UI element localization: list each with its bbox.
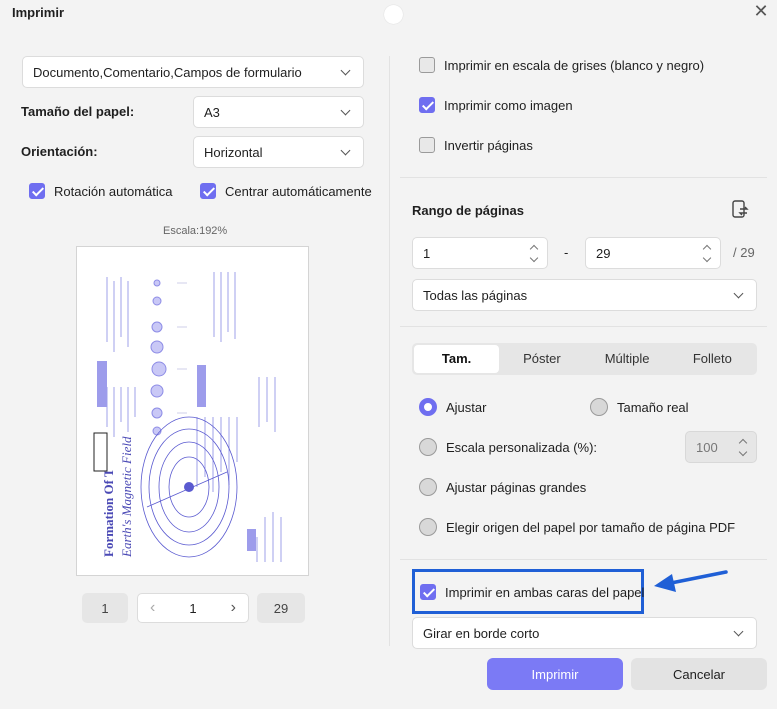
choose-source-label: Elegir origen del papel por tamaño de pá… — [446, 519, 736, 535]
section-divider — [400, 177, 767, 178]
spinner-icon[interactable] — [738, 438, 748, 456]
print-mode-tabs: Tam. Póster Múltiple Folleto — [412, 343, 757, 375]
grayscale-option[interactable]: Imprimir en escala de grises (blanco y n… — [419, 57, 704, 73]
content-select-value: Documento,Comentario,Campos de formulari… — [33, 64, 302, 80]
fit-radio[interactable] — [419, 398, 437, 416]
chevron-down-icon — [340, 105, 351, 115]
range-total: / 29 — [733, 245, 755, 260]
orientation-select[interactable]: Horizontal — [193, 136, 364, 168]
tab-booklet[interactable]: Folleto — [670, 345, 755, 373]
arrow-annotation-icon — [652, 568, 728, 594]
pager-control: ‹ 1 › — [137, 593, 249, 623]
actual-size-option[interactable]: Tamaño real — [590, 398, 689, 416]
chevron-down-icon — [733, 626, 744, 636]
range-to-input[interactable]: 29 — [585, 237, 721, 269]
paper-size-label: Tamaño del papel: — [21, 104, 135, 119]
range-from-value: 1 — [423, 245, 431, 261]
auto-center-label: Centrar automáticamente — [225, 183, 372, 199]
window-indicator-dot — [384, 5, 403, 24]
scale-text: Escala:192% — [163, 225, 228, 237]
close-icon[interactable]: ✕ — [750, 0, 772, 22]
pager-last[interactable]: 29 — [257, 593, 305, 623]
custom-scale-option[interactable]: Escala personalizada (%): — [419, 438, 597, 456]
tab-size[interactable]: Tam. — [414, 345, 500, 373]
swap-pages-icon[interactable] — [730, 199, 750, 221]
preview-page-image: Formation Of T Earth's Magnetic Field — [93, 272, 282, 562]
fit-option[interactable]: Ajustar — [419, 398, 486, 416]
section-divider — [400, 559, 767, 560]
auto-rotate-label: Rotación automática — [54, 183, 173, 199]
paper-size-value: A3 — [204, 104, 220, 120]
preview-title-line1: Formation Of T — [101, 468, 116, 557]
fit-large-option[interactable]: Ajustar páginas grandes — [419, 478, 586, 496]
orientation-value: Horizontal — [204, 144, 263, 160]
range-dash: - — [564, 245, 569, 260]
auto-center-checkbox[interactable] — [200, 183, 216, 199]
auto-rotate-option[interactable]: Rotación automática — [29, 183, 173, 199]
choose-source-radio[interactable] — [419, 518, 437, 536]
grayscale-checkbox[interactable] — [419, 57, 435, 73]
duplex-option[interactable]: Imprimir en ambas caras del papel — [420, 584, 644, 600]
range-to-value: 29 — [596, 245, 611, 261]
paper-size-select[interactable]: A3 — [193, 96, 364, 128]
dialog-title: Imprimir — [12, 5, 65, 20]
chevron-right-icon[interactable]: › — [231, 599, 236, 617]
invert-checkbox[interactable] — [419, 137, 435, 153]
section-divider — [400, 326, 767, 327]
actual-size-radio[interactable] — [590, 398, 608, 416]
fit-label: Ajustar — [446, 399, 487, 415]
grayscale-label: Imprimir en escala de grises (blanco y n… — [444, 57, 705, 73]
spinner-icon[interactable] — [702, 244, 712, 262]
fit-large-radio[interactable] — [419, 478, 437, 496]
preview-title-line2: Earth's Magnetic Field — [119, 436, 134, 558]
print-preview: Formation Of T Earth's Magnetic Field — [76, 246, 309, 576]
custom-scale-label: Escala personalizada (%): — [446, 439, 598, 455]
flip-select[interactable]: Girar en borde corto — [412, 617, 757, 649]
range-from-input[interactable]: 1 — [412, 237, 548, 269]
as-image-checkbox[interactable] — [419, 97, 435, 113]
pager-current[interactable]: 1 — [189, 601, 196, 616]
column-divider — [389, 56, 390, 646]
cancel-button[interactable]: Cancelar — [631, 658, 767, 690]
chevron-down-icon — [733, 288, 744, 298]
custom-scale-input[interactable]: 100 — [685, 431, 757, 463]
pager-first[interactable]: 1 — [82, 593, 128, 623]
choose-source-option[interactable]: Elegir origen del papel por tamaño de pá… — [419, 518, 735, 536]
tab-multiple[interactable]: Múltiple — [585, 345, 670, 373]
print-button[interactable]: Imprimir — [487, 658, 623, 690]
as-image-label: Imprimir como imagen — [444, 97, 573, 113]
actual-size-label: Tamaño real — [617, 399, 689, 415]
chevron-left-icon[interactable]: ‹ — [150, 599, 155, 617]
auto-center-option[interactable]: Centrar automáticamente — [200, 183, 372, 199]
spinner-icon[interactable] — [529, 244, 539, 262]
invert-option[interactable]: Invertir páginas — [419, 137, 533, 153]
duplex-label: Imprimir en ambas caras del papel — [445, 584, 645, 600]
duplex-checkbox[interactable] — [420, 584, 436, 600]
range-title: Rango de páginas — [412, 203, 524, 218]
chevron-down-icon — [340, 145, 351, 155]
orientation-label: Orientación: — [21, 144, 98, 159]
flip-select-value: Girar en borde corto — [423, 625, 540, 641]
custom-scale-radio[interactable] — [419, 438, 437, 456]
auto-rotate-checkbox[interactable] — [29, 183, 45, 199]
fit-large-label: Ajustar páginas grandes — [446, 479, 587, 495]
invert-label: Invertir páginas — [444, 137, 533, 153]
tab-poster[interactable]: Póster — [499, 345, 584, 373]
custom-scale-value: 100 — [696, 439, 718, 455]
chevron-down-icon — [340, 65, 351, 75]
as-image-option[interactable]: Imprimir como imagen — [419, 97, 573, 113]
range-select-value: Todas las páginas — [423, 287, 528, 303]
range-select[interactable]: Todas las páginas — [412, 279, 757, 311]
content-select[interactable]: Documento,Comentario,Campos de formulari… — [22, 56, 364, 88]
